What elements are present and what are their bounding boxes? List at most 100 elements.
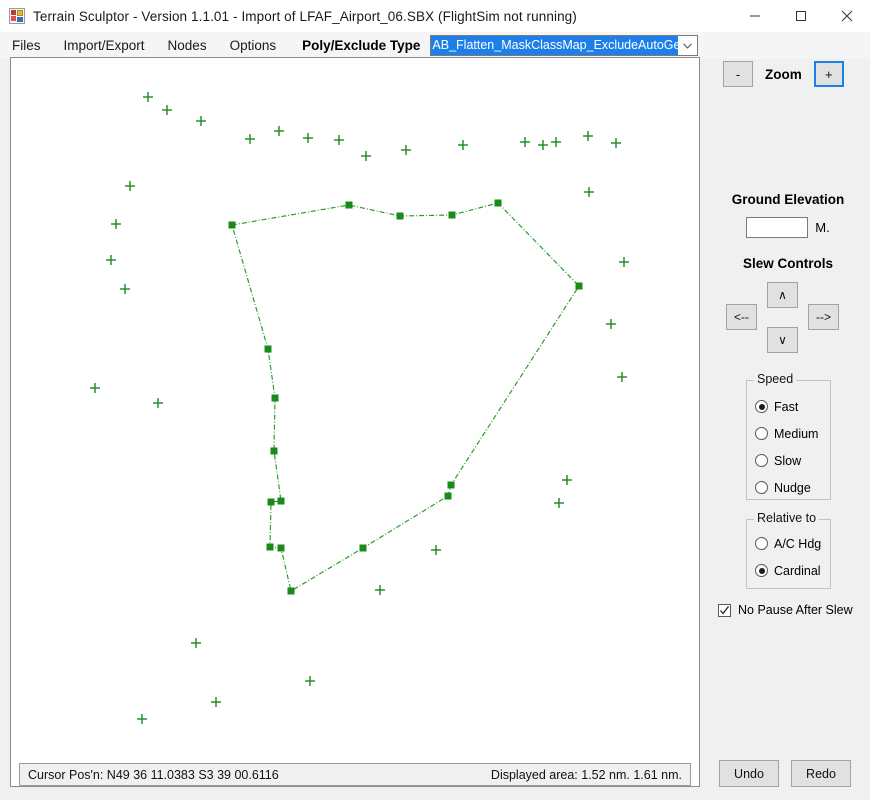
polygon-node[interactable] [345,201,353,209]
polygon-node[interactable] [444,492,452,500]
polygon-node[interactable] [448,211,456,219]
terrain-point-marker[interactable] [538,140,548,150]
slew-right-button[interactable]: --> [808,304,839,330]
polygon-node[interactable] [447,481,455,489]
map-canvas[interactable] [10,57,700,787]
app-grid-icon [9,8,25,24]
speed-group-title: Speed [754,372,797,386]
polygon-node[interactable] [575,282,583,290]
redo-button[interactable]: Redo [791,760,851,787]
terrain-point-marker[interactable] [211,697,221,707]
terrain-point-marker[interactable] [401,145,411,155]
polygon-node[interactable] [494,199,502,207]
window-controls [732,0,870,32]
polygon-node[interactable] [277,544,285,552]
undo-button[interactable]: Undo [719,760,779,787]
radio-indicator [755,537,768,550]
no-pause-after-slew-label: No Pause After Slew [738,603,853,617]
terrain-point-marker[interactable] [245,134,255,144]
radio-label: A/C Hdg [774,536,822,551]
map-vector-layer [90,92,629,724]
poly-exclude-type-label: Poly/Exclude Type [302,38,421,53]
displayed-area-text: Displayed area: 1.52 nm. 1.61 nm. [490,767,682,782]
radio-speed-medium[interactable]: Medium [755,420,830,447]
terrain-point-marker[interactable] [584,187,594,197]
terrain-point-marker[interactable] [375,585,385,595]
radio-indicator [755,454,768,467]
terrain-point-marker[interactable] [137,714,147,724]
terrain-point-marker[interactable] [554,498,564,508]
terrain-point-marker[interactable] [274,126,284,136]
radio-relative-ac-hdg[interactable]: A/C Hdg [755,530,830,557]
chevron-down-icon[interactable] [678,36,698,55]
terrain-point-marker[interactable] [125,181,135,191]
terrain-point-marker[interactable] [90,383,100,393]
no-pause-after-slew-checkbox[interactable]: No Pause After Slew [718,603,853,617]
polygon-node[interactable] [277,497,285,505]
radio-speed-slow[interactable]: Slow [755,447,830,474]
radio-speed-fast[interactable]: Fast [755,393,830,420]
slew-up-button[interactable]: ∧ [767,282,798,308]
slew-left-button[interactable]: <-- [726,304,757,330]
slew-down-button[interactable]: ∨ [767,327,798,353]
terrain-point-marker[interactable] [162,105,172,115]
radio-label: Medium [774,426,819,441]
terrain-point-marker[interactable] [617,372,627,382]
terrain-point-marker[interactable] [619,257,629,267]
terrain-point-marker[interactable] [191,638,201,648]
maximize-icon[interactable] [778,0,824,32]
ground-elevation-title: Ground Elevation [731,192,845,207]
ground-elevation-input[interactable] [746,217,809,238]
terrain-point-marker[interactable] [143,92,153,102]
relative-to-group-title: Relative to [754,511,820,525]
radio-indicator [755,427,768,440]
cursor-position-text: Cursor Pos'n: N49 36 11.0383 S3 39 00.61… [28,767,279,782]
poly-exclude-type-select[interactable]: AB_Flatten_MaskClassMap_ExcludeAutoGen [430,35,699,56]
radio-label: Fast [774,399,799,414]
status-bar: Cursor Pos'n: N49 36 11.0383 S3 39 00.61… [19,763,691,786]
polygon-node[interactable] [267,498,275,506]
zoom-out-button[interactable]: - [723,61,753,87]
polygon-node[interactable] [359,544,367,552]
terrain-point-marker[interactable] [520,137,530,147]
radio-label: Nudge [774,480,811,495]
window-title: Terrain Sculptor - Version 1.1.01 - Impo… [33,8,577,24]
radio-relative-cardinal[interactable]: Cardinal [755,557,830,584]
zoom-controls: - Zoom + [723,61,844,87]
polygon-node[interactable] [266,543,274,551]
minimize-icon[interactable] [732,0,778,32]
zoom-in-button[interactable]: + [813,61,844,87]
terrain-point-marker[interactable] [106,255,116,265]
polygon-node[interactable] [396,212,404,220]
menu-item-files[interactable]: Files [12,38,41,53]
menu-item-options[interactable]: Options [230,38,277,53]
terrain-point-marker[interactable] [120,284,130,294]
terrain-point-marker[interactable] [196,116,206,126]
right-control-panel: - Zoom + Ground Elevation M. Slew Contro… [706,52,870,800]
terrain-point-marker[interactable] [361,151,371,161]
polygon-node[interactable] [271,394,279,402]
terrain-point-marker[interactable] [431,545,441,555]
terrain-point-marker[interactable] [334,135,344,145]
polygon-node[interactable] [228,221,236,229]
close-icon[interactable] [824,0,870,32]
ground-elevation-unit: M. [815,220,830,235]
terrain-point-marker[interactable] [153,398,163,408]
polygon-node[interactable] [270,447,278,455]
terrain-point-marker[interactable] [305,676,315,686]
menu-item-import-export[interactable]: Import/Export [64,38,145,53]
menu-item-nodes[interactable]: Nodes [168,38,207,53]
polygon-node[interactable] [264,345,272,353]
terrain-point-marker[interactable] [611,138,621,148]
terrain-point-marker[interactable] [562,475,572,485]
terrain-point-marker[interactable] [606,319,616,329]
terrain-point-marker[interactable] [458,140,468,150]
terrain-point-marker[interactable] [111,219,121,229]
exclude-polygon[interactable] [231,202,580,592]
polygon-node[interactable] [287,587,295,595]
speed-group: Speed Fast Medium Slow Nudge [746,372,831,501]
radio-speed-nudge[interactable]: Nudge [755,474,830,501]
terrain-point-marker[interactable] [303,133,313,143]
terrain-point-marker[interactable] [583,131,593,141]
terrain-point-marker[interactable] [551,137,561,147]
